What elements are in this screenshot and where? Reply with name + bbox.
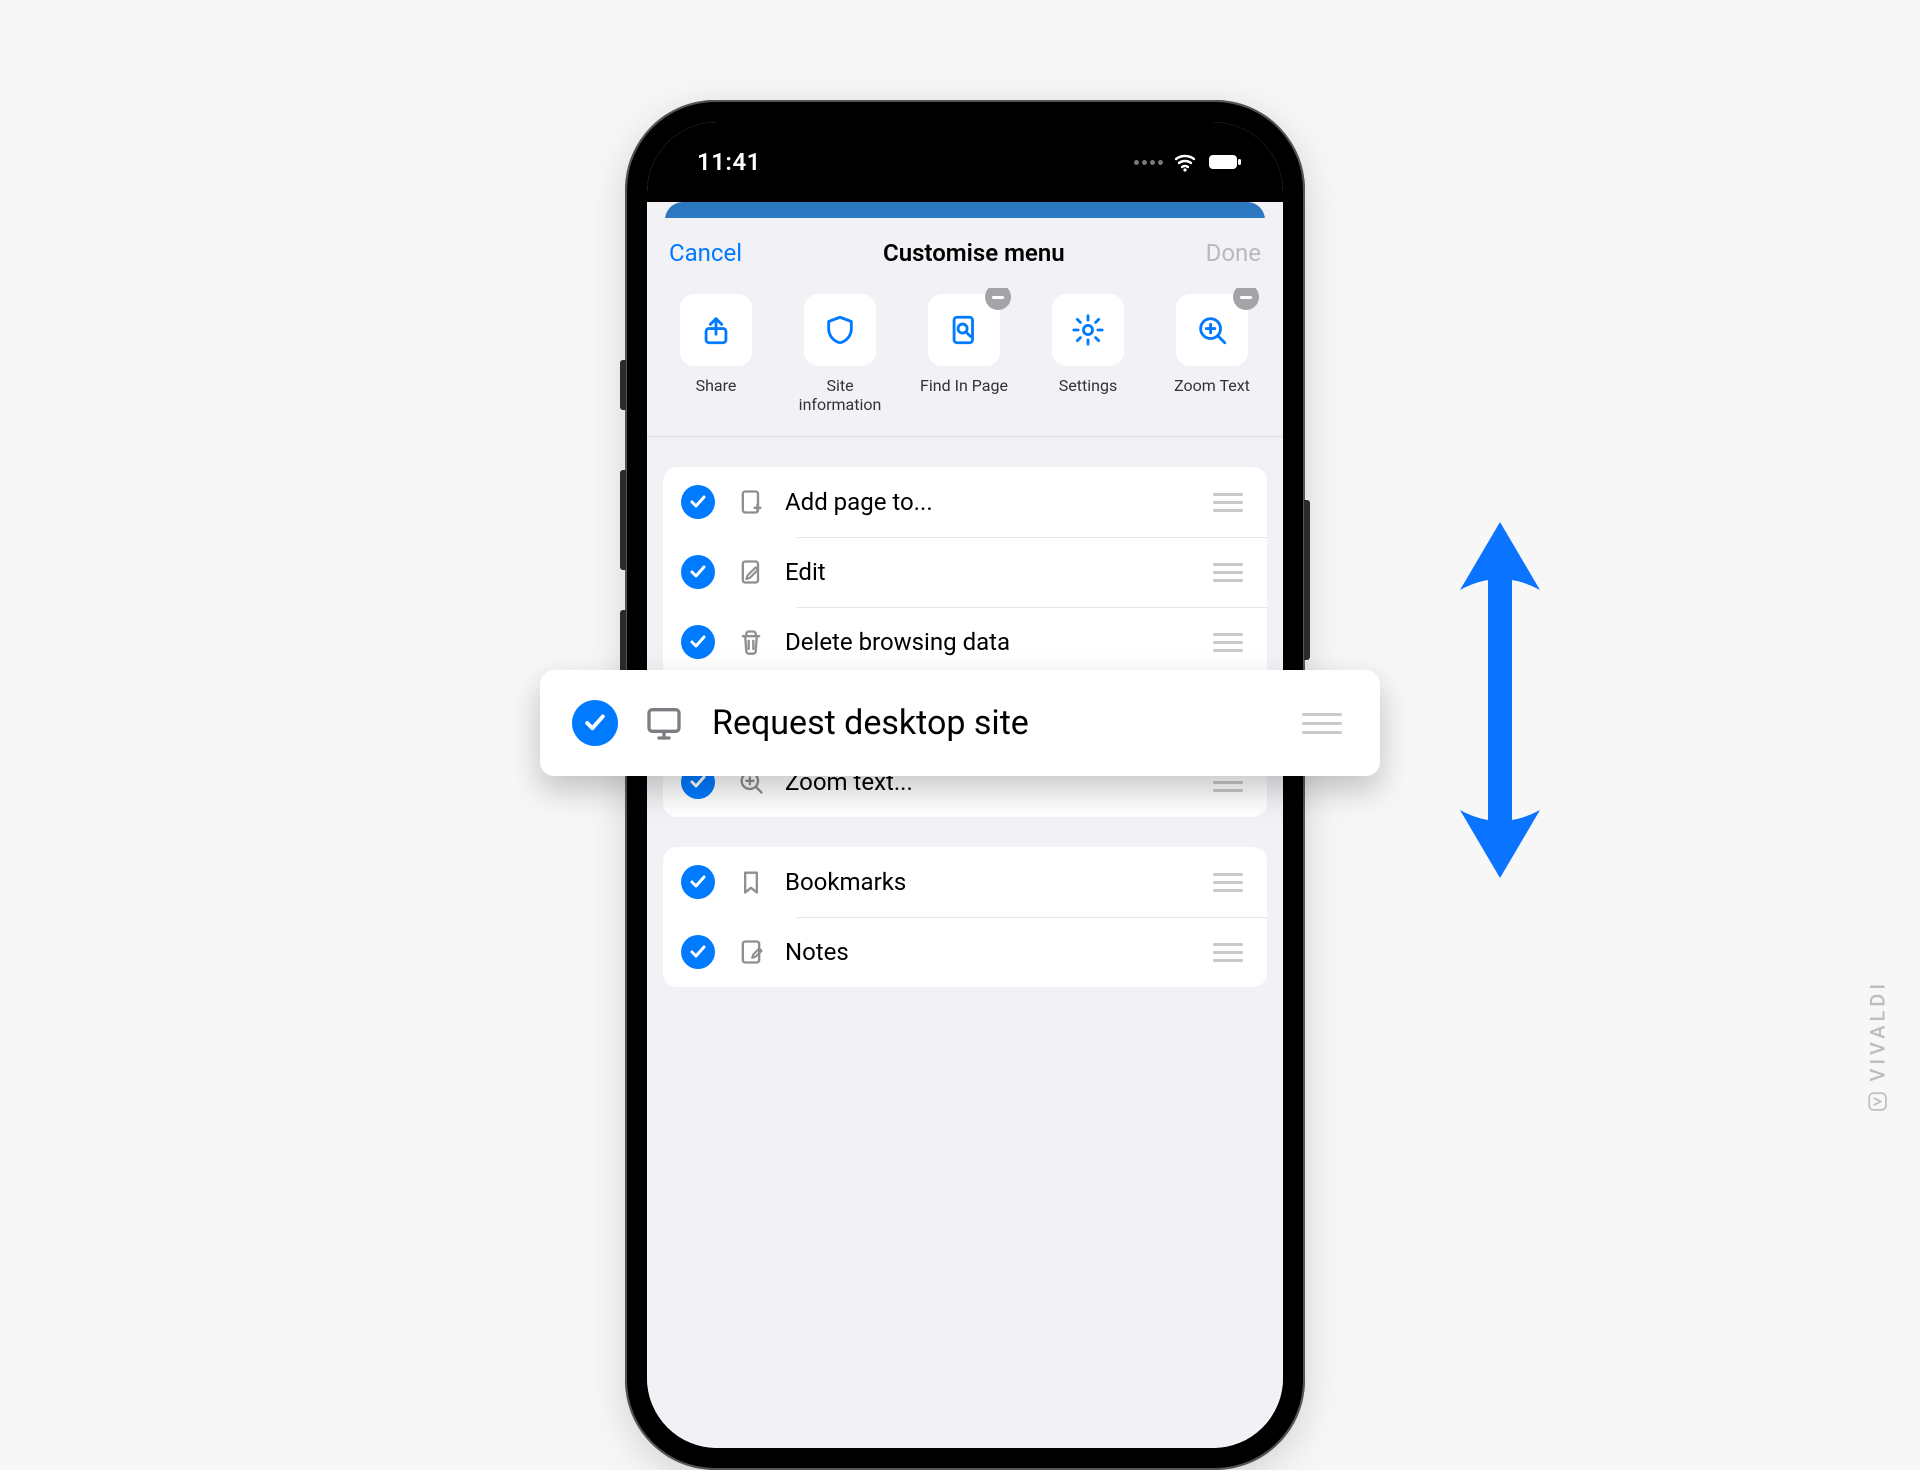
trash-icon xyxy=(735,628,767,656)
vivaldi-logo-icon xyxy=(1868,1092,1888,1112)
menu-row-addpage[interactable]: Add page to... xyxy=(663,467,1267,537)
row-checkmark[interactable] xyxy=(681,485,715,519)
done-button[interactable]: Done xyxy=(1206,239,1261,267)
menu-list-group-2: Bookmarks Notes xyxy=(663,847,1267,987)
row-label: Edit xyxy=(785,558,1207,586)
customise-menu-sheet: Cancel Customise menu Done Share Site in… xyxy=(647,218,1283,1448)
menu-row-notes[interactable]: Notes xyxy=(663,917,1267,987)
sheet-header: Cancel Customise menu Done xyxy=(647,218,1283,288)
toolbar-item-label: Site information xyxy=(785,376,895,416)
share-icon xyxy=(680,294,752,366)
toolbar-item-label: Find In Page xyxy=(920,376,1008,416)
row-checkmark[interactable] xyxy=(572,700,618,746)
cellular-dots-icon xyxy=(1134,160,1163,165)
row-checkmark[interactable] xyxy=(681,625,715,659)
toolbar-item-siteinfo[interactable]: Site information xyxy=(785,294,895,416)
drag-handle-icon[interactable] xyxy=(1207,557,1249,588)
drag-handle-icon[interactable] xyxy=(1296,707,1348,740)
status-time: 11:41 xyxy=(697,148,761,176)
row-label: Delete browsing data xyxy=(785,628,1207,656)
phone-mute-switch xyxy=(620,360,626,410)
menu-row-bookmarks[interactable]: Bookmarks xyxy=(663,847,1267,917)
bookmark-icon xyxy=(735,868,767,896)
toolbar-item-share[interactable]: Share xyxy=(661,294,771,416)
vivaldi-watermark: VIVALDI xyxy=(1866,980,1890,1112)
page-plus-icon xyxy=(735,488,767,516)
row-label: Bookmarks xyxy=(785,868,1207,896)
toolbar-item-zoom[interactable]: Zoom Text xyxy=(1157,294,1267,416)
phone-screen: 11:41 Cancel Customise menu Done Share S… xyxy=(647,122,1283,1448)
phone-volume-up xyxy=(620,470,626,570)
note-icon xyxy=(735,938,767,966)
shield-icon xyxy=(804,294,876,366)
toolbar-item-label: Zoom Text xyxy=(1174,376,1250,416)
edit-page-icon xyxy=(735,558,767,586)
row-label: Notes xyxy=(785,938,1207,966)
remove-badge-icon[interactable] xyxy=(985,288,1011,310)
row-checkmark[interactable] xyxy=(681,935,715,969)
row-label: Add page to... xyxy=(785,488,1207,516)
drag-handle-icon[interactable] xyxy=(1207,867,1249,898)
sheet-title: Customise menu xyxy=(883,239,1065,267)
monitor-icon xyxy=(642,703,686,743)
phone-frame: 11:41 Cancel Customise menu Done Share S… xyxy=(625,100,1305,1470)
drag-handle-icon[interactable] xyxy=(1207,937,1249,968)
row-checkmark[interactable] xyxy=(681,555,715,589)
toolbar-item-label: Share xyxy=(696,376,737,416)
row-label: Request desktop site xyxy=(712,703,1296,743)
toolbar-item-settings[interactable]: Settings xyxy=(1033,294,1143,416)
wifi-icon xyxy=(1172,150,1198,174)
menu-row-edit[interactable]: Edit xyxy=(663,537,1267,607)
gear-icon xyxy=(1052,294,1124,366)
toolbar-items-strip[interactable]: Share Site information Find In Page Sett… xyxy=(647,288,1283,437)
toolbar-item-label: Settings xyxy=(1059,376,1117,416)
dynamic-island xyxy=(870,140,1060,188)
cancel-button[interactable]: Cancel xyxy=(669,239,742,267)
remove-badge-icon[interactable] xyxy=(1233,288,1259,310)
drag-handle-icon[interactable] xyxy=(1207,487,1249,518)
toolbar-item-history[interactable]: His xyxy=(1281,294,1283,416)
row-checkmark[interactable] xyxy=(681,865,715,899)
battery-icon xyxy=(1207,148,1243,176)
drag-handle-icon[interactable] xyxy=(1207,627,1249,658)
dragged-row-request-desktop-site[interactable]: Request desktop site xyxy=(540,670,1380,776)
menu-row-delete[interactable]: Delete browsing data xyxy=(663,607,1267,677)
toolbar-item-find[interactable]: Find In Page xyxy=(909,294,1019,416)
reorder-arrow-icon xyxy=(1430,510,1570,890)
phone-power-button xyxy=(1304,500,1310,660)
